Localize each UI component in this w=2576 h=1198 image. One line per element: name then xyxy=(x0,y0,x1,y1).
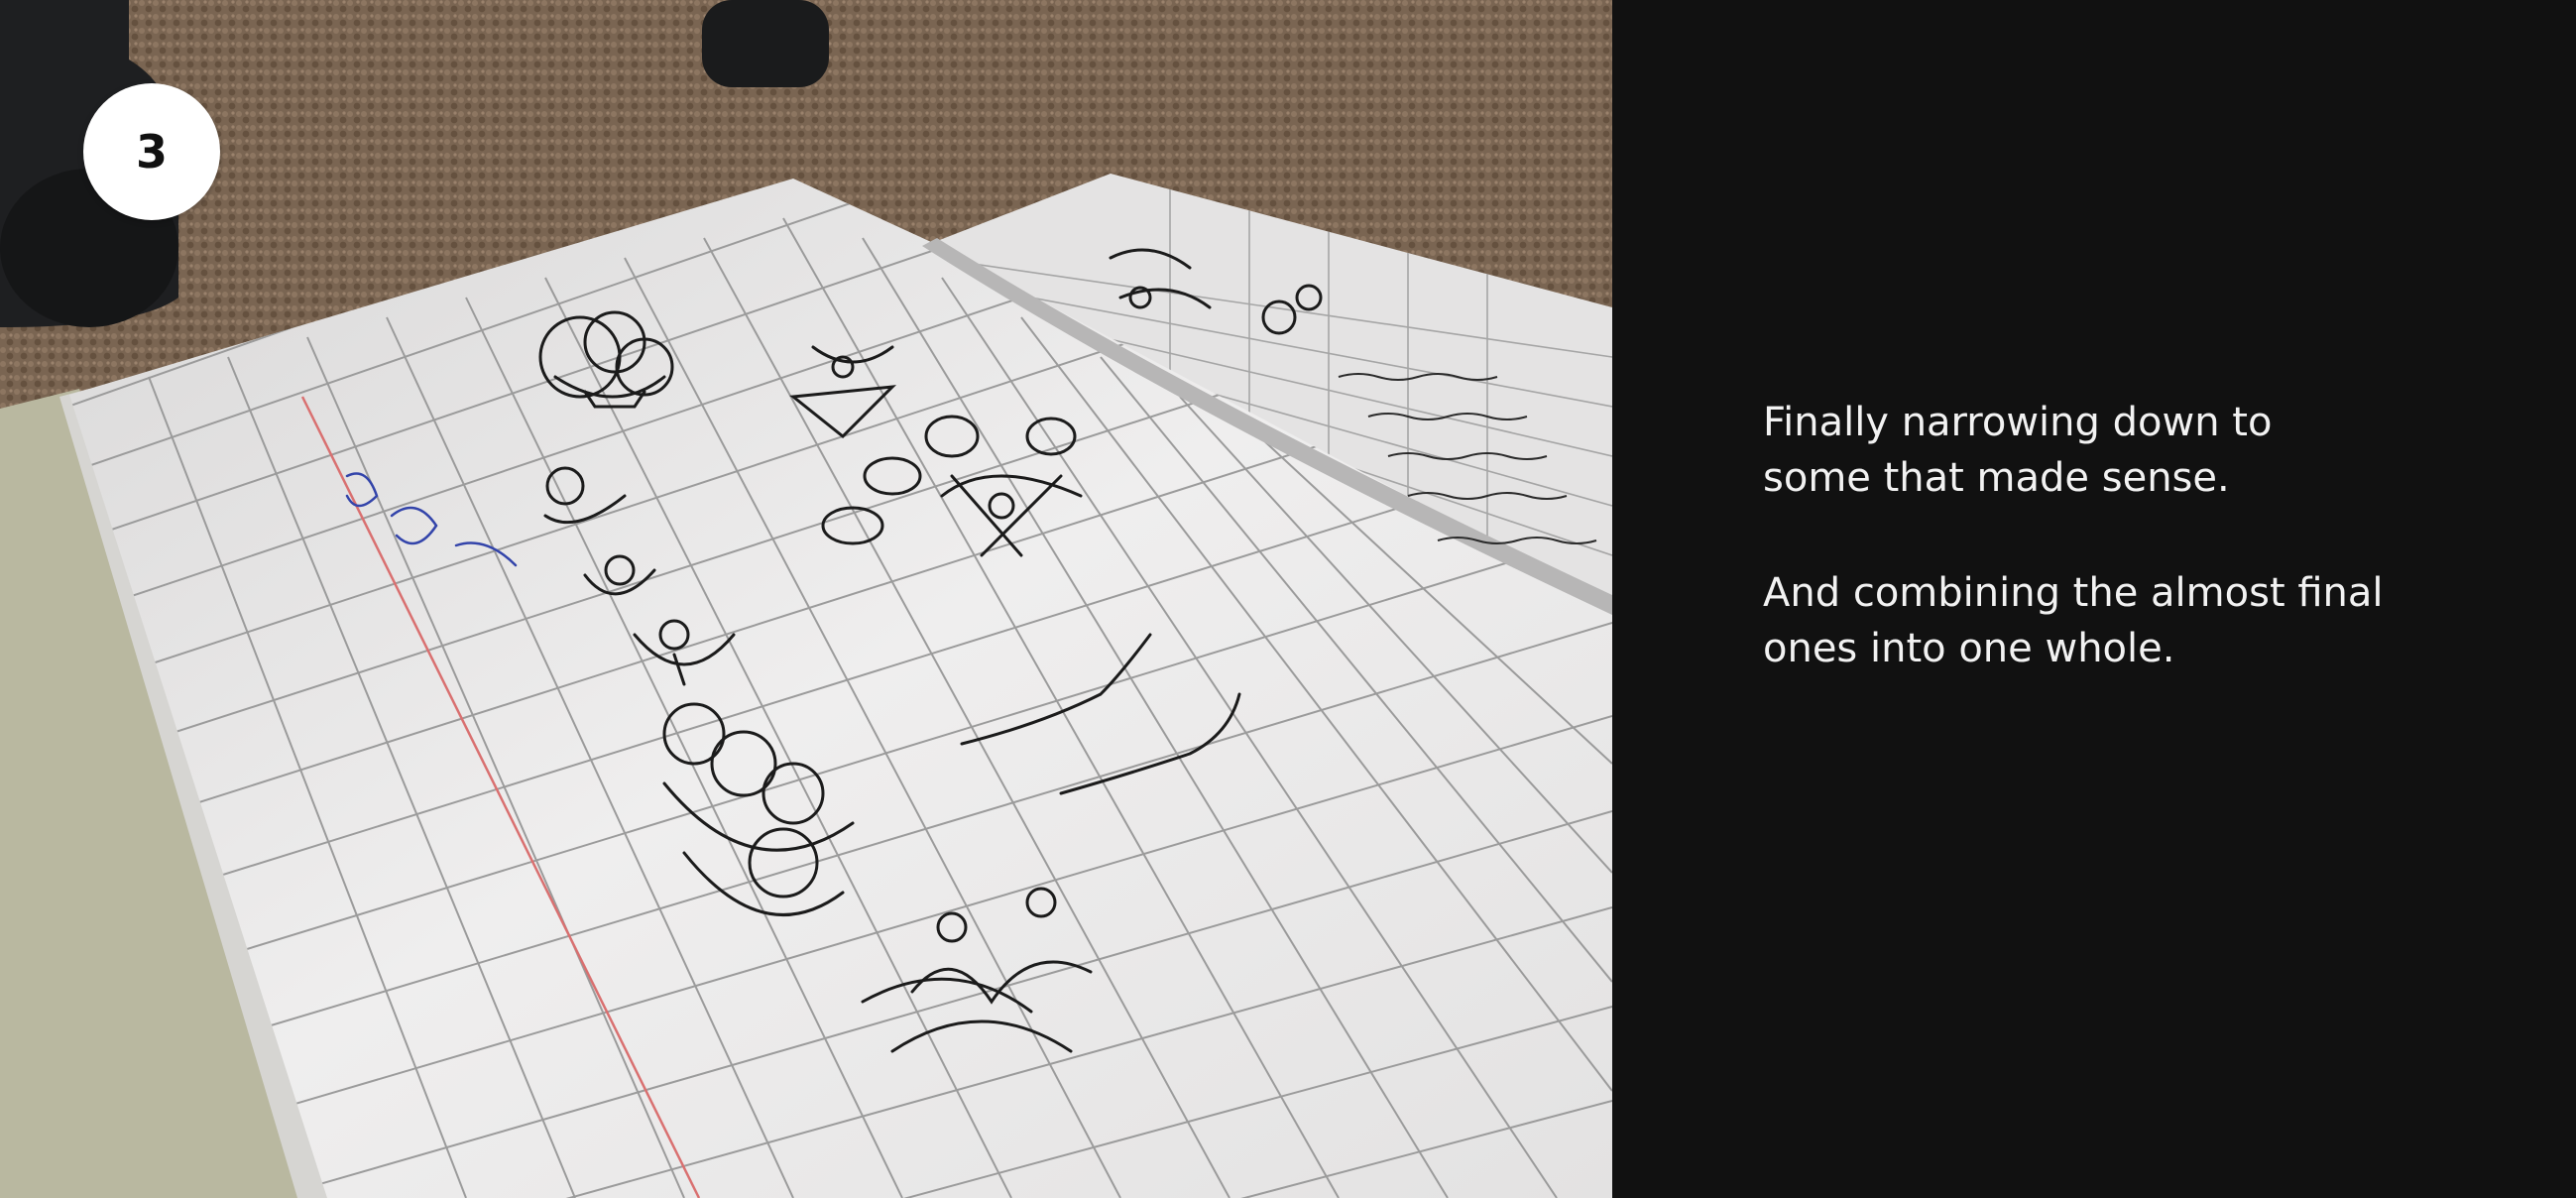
caption-paragraph-2: And combining the almost final ones into… xyxy=(1763,570,2384,671)
step-number: 3 xyxy=(135,125,168,179)
step-number-badge: 3 xyxy=(83,83,220,220)
sketchbook-photo xyxy=(0,0,1612,1198)
caption-paragraph-1: Finally narrowing down to some that made… xyxy=(1763,400,2273,501)
sketchbook-illustration xyxy=(0,0,1612,1198)
caption-text-block: Finally narrowing down to some that made… xyxy=(1763,395,2477,736)
